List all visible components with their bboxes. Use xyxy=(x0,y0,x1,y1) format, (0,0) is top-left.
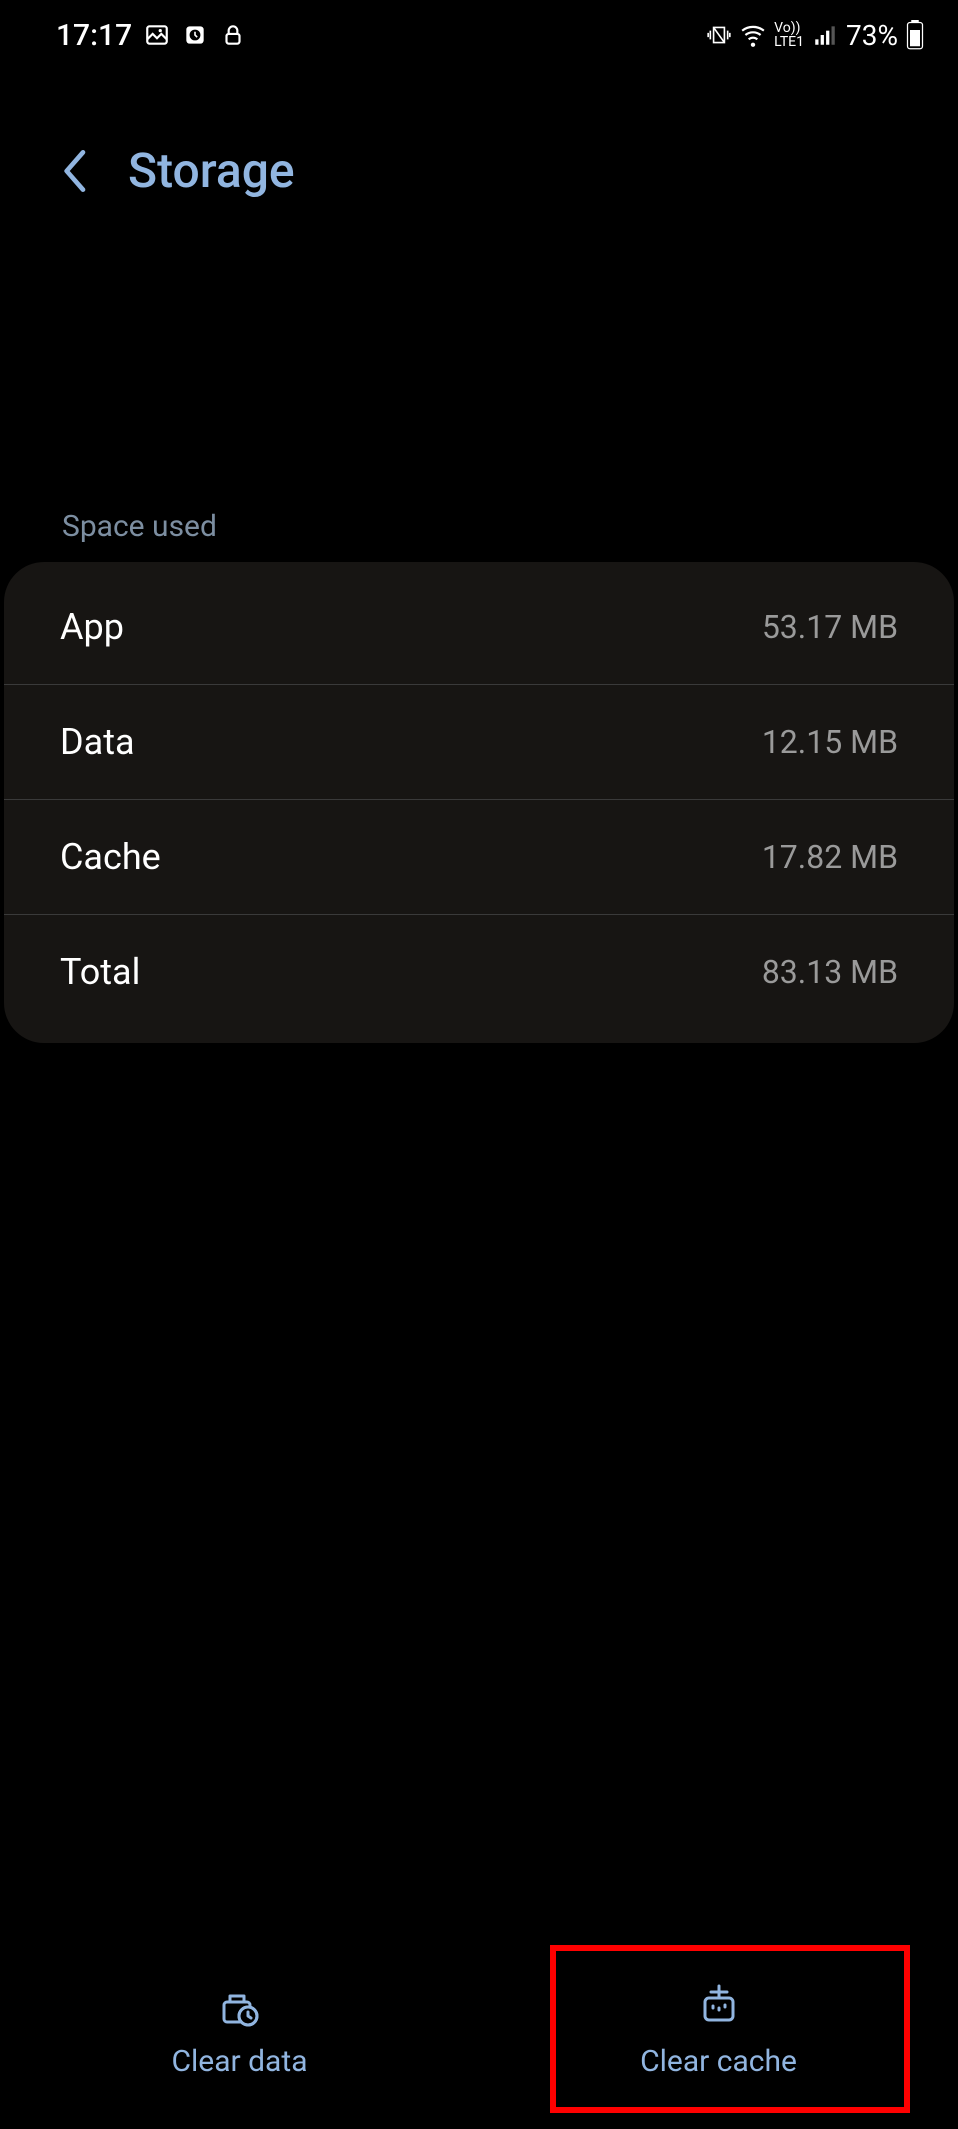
row-value-app: 53.17 MB xyxy=(762,608,898,646)
battery-percent: 73% xyxy=(846,19,898,52)
vibrate-icon xyxy=(706,22,732,48)
wifi-icon xyxy=(740,22,766,48)
row-total: Total 83.13 MB xyxy=(4,915,954,1043)
status-time: 17:17 xyxy=(56,18,132,53)
clear-cache-label: Clear cache xyxy=(640,2044,797,2079)
battery-icon xyxy=(906,20,926,50)
status-bar: 17:17 Vo))LTE1 73% xyxy=(0,0,958,66)
clear-cache-button[interactable]: Clear cache xyxy=(479,1929,958,2129)
volte-indicator: Vo))LTE1 xyxy=(774,21,804,49)
row-value-total: 83.13 MB xyxy=(762,953,898,991)
clear-data-button[interactable]: Clear data xyxy=(0,1929,479,2129)
status-left: 17:17 xyxy=(56,18,246,53)
image-icon xyxy=(144,22,170,48)
clear-data-icon xyxy=(216,1980,264,2028)
row-data: Data 12.15 MB xyxy=(4,685,954,800)
row-app: App 53.17 MB xyxy=(4,562,954,685)
lock-icon xyxy=(220,22,246,48)
row-label-data: Data xyxy=(60,721,135,763)
row-label-app: App xyxy=(60,606,124,648)
row-label-cache: Cache xyxy=(60,836,161,878)
clear-data-label: Clear data xyxy=(171,2044,307,2079)
row-value-cache: 17.82 MB xyxy=(762,838,898,876)
signal-icon xyxy=(812,22,838,48)
back-button[interactable] xyxy=(60,147,92,195)
page-header: Storage xyxy=(0,66,958,219)
row-cache: Cache 17.82 MB xyxy=(4,800,954,915)
row-label-total: Total xyxy=(60,951,140,993)
row-value-data: 12.15 MB xyxy=(762,723,898,761)
page-title: Storage xyxy=(128,142,295,199)
status-right: Vo))LTE1 73% xyxy=(706,19,926,52)
clear-cache-icon xyxy=(695,1980,743,2028)
clock-icon xyxy=(182,22,208,48)
storage-card: App 53.17 MB Data 12.15 MB Cache 17.82 M… xyxy=(4,562,954,1043)
bottom-actions: Clear data Clear cache xyxy=(0,1929,958,2129)
section-label-space-used: Space used xyxy=(0,509,958,544)
